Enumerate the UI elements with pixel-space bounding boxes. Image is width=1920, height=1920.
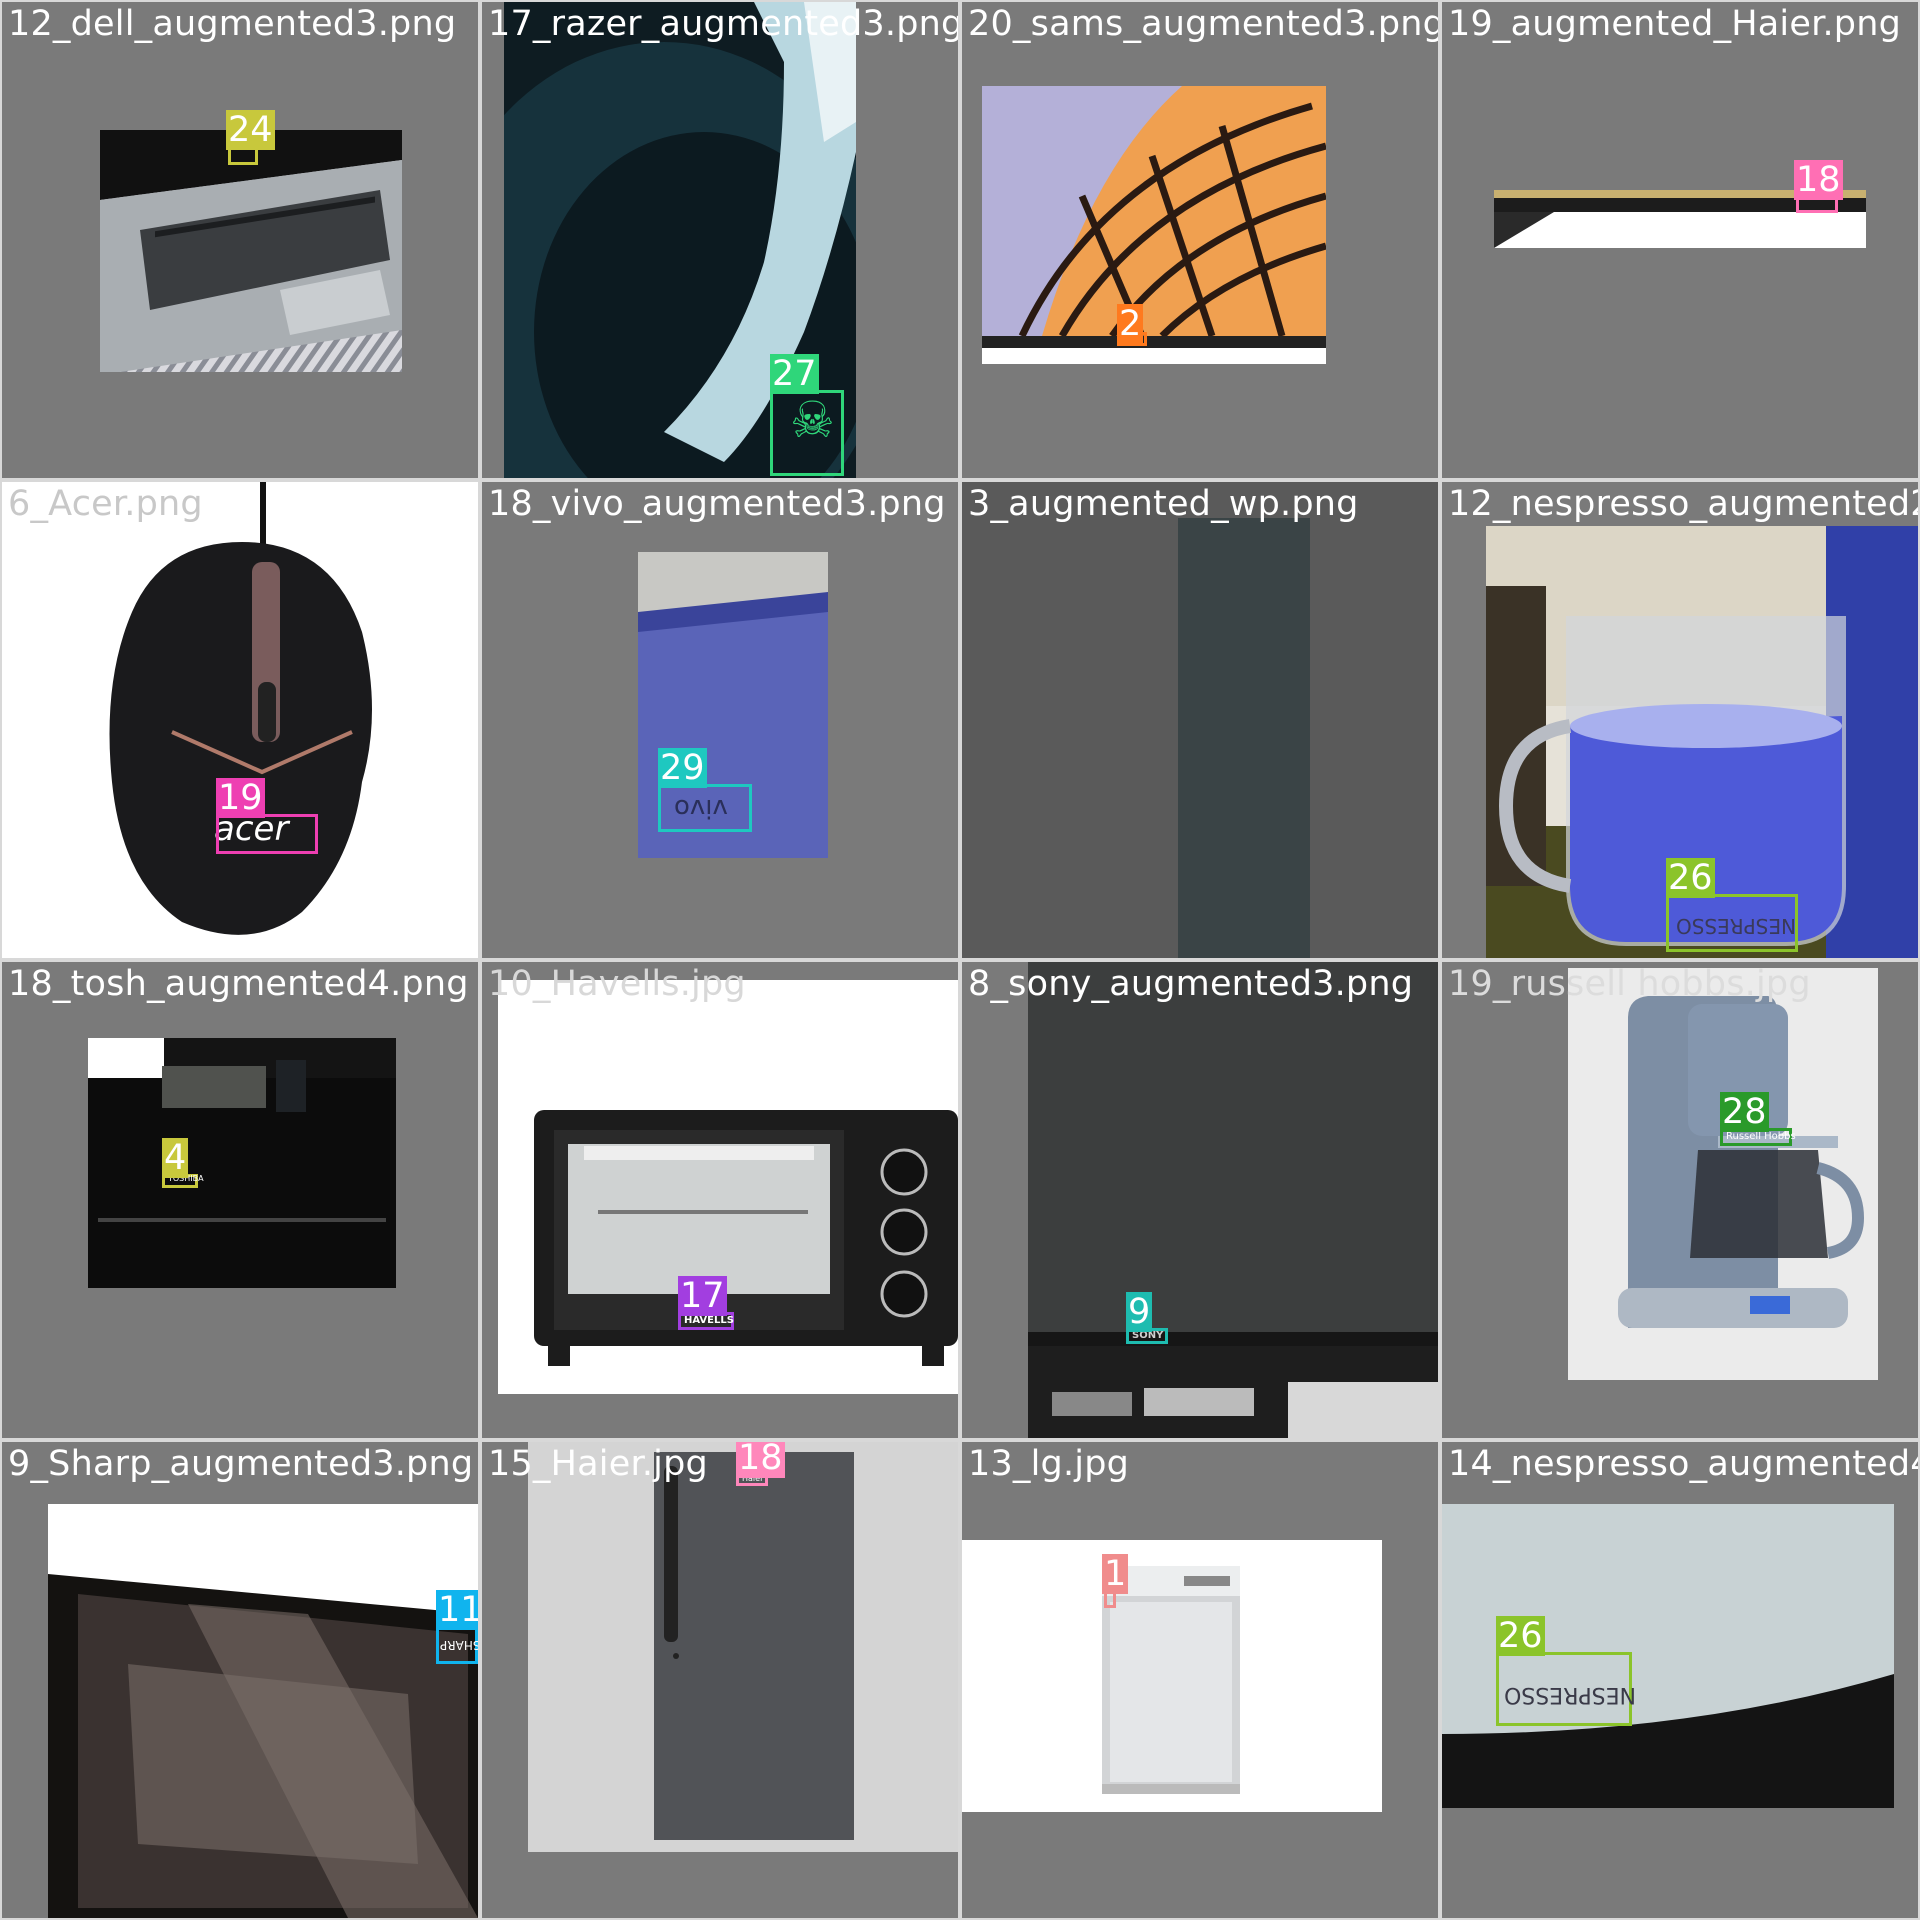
tile-title: 19_augmented_Haier.png — [1448, 4, 1902, 44]
tile-title: 20_sams_augmented3.png — [968, 4, 1438, 44]
tile-title: 3_augmented_wp.png — [968, 484, 1359, 524]
detection-label: 29 — [658, 748, 707, 788]
tile-dell: 12_dell_augmented3.png 24 — [2, 2, 478, 478]
tile-title: 6_Acer.png — [8, 484, 203, 524]
detection-label: 11 — [436, 1590, 478, 1630]
tile-haier-edge: 19_augmented_Haier.png 18 — [1442, 2, 1918, 478]
dishwasher-photo — [962, 1540, 1382, 1812]
printer-photo — [88, 1038, 396, 1288]
detection-label: 27 — [770, 354, 819, 394]
tile-title: 9_Sharp_augmented3.png — [8, 1444, 474, 1484]
tv-photo — [982, 86, 1326, 364]
detection-label: 9 — [1126, 1292, 1153, 1332]
tile-title: 17_razer_augmented3.png — [488, 4, 958, 44]
laptop-photo — [100, 130, 402, 372]
tile-wp: 3_augmented_wp.png — [962, 482, 1438, 958]
tile-title: 19_russell hobbs.jpg — [1448, 964, 1811, 1004]
detection-label: 26 — [1496, 1616, 1545, 1656]
detection-label: 28 — [1720, 1092, 1769, 1132]
razer-logo-icon: ☠ — [790, 391, 835, 449]
tile-title: 15_Haier.jpg — [488, 1444, 708, 1484]
detection-label: 26 — [1666, 858, 1715, 898]
tile-razer: ☠ 27 17_razer_augmented3.png — [482, 2, 958, 478]
detection-label: 19 — [216, 778, 265, 818]
tile-sony: SONY 9 8_sony_augmented3.png — [962, 962, 1438, 1438]
detection-label: 2 — [1117, 304, 1144, 344]
oven-photo — [498, 980, 958, 1394]
tile-toshiba: 18_tosh_augmented4.png TOSHIBA 4 — [2, 962, 478, 1438]
tile-samsung: 20_sams_augmented3.png 2 — [962, 2, 1438, 478]
tile-title: 13_lg.jpg — [968, 1444, 1130, 1484]
tv-photo — [1028, 962, 1438, 1438]
detection-label: 24 — [226, 110, 275, 150]
mosaic-grid: 12_dell_augmented3.png 24 ☠ 27 17_razer_… — [0, 0, 1920, 1920]
microwave-photo — [48, 1504, 478, 1918]
detection-label: 17 — [678, 1276, 727, 1316]
coffee-maker-photo — [1568, 968, 1878, 1380]
tile-havells: HAVELLS 17 10_Havells.jpg — [482, 962, 958, 1438]
tile-acer: acer 19 6_Acer.png — [2, 482, 478, 958]
tile-russell-hobbs: Russell Hobbs 28 19_russell hobbs.jpg — [1442, 962, 1918, 1438]
detection-label: 18 — [736, 1442, 785, 1478]
sharp-logo: SHARP — [440, 1638, 478, 1652]
tile-haier-fridge: Haier 18 15_Haier.jpg — [482, 1442, 958, 1918]
nespresso-logo: NESPRESSO — [1504, 1682, 1637, 1707]
tile-nespresso-mug: NESPRESSO 26 12_nespresso_augmented2. — [1442, 482, 1918, 958]
detection-box — [216, 814, 318, 854]
tile-title: 12_nespresso_augmented2. — [1448, 484, 1918, 524]
tile-title: 14_nespresso_augmented4. — [1448, 1444, 1918, 1484]
tile-title: 18_vivo_augmented3.png — [488, 484, 946, 524]
detection-label: 4 — [162, 1138, 189, 1178]
tile-nespresso-machine: NESPRESSO 26 14_nespresso_augmented4. — [1442, 1442, 1918, 1918]
tile-lg: 13_lg.jpg 1 — [962, 1442, 1438, 1918]
tile-title: 10_Havells.jpg — [488, 964, 746, 1004]
fridge-photo — [528, 1442, 958, 1852]
tile-title: 18_tosh_augmented4.png — [8, 964, 469, 1004]
tile-title: 8_sony_augmented3.png — [968, 964, 1414, 1004]
tile-sharp: 9_Sharp_augmented3.png SHARP 11 — [2, 1442, 478, 1918]
tile-vivo: 18_vivo_augmented3.png vivo 29 — [482, 482, 958, 958]
nespresso-logo: NESPRESSO — [1676, 914, 1797, 938]
detection-label: 18 — [1794, 160, 1843, 200]
mouse-photo: acer — [102, 482, 382, 958]
detection-label: 1 — [1102, 1554, 1129, 1594]
fridge-side-photo — [1178, 518, 1310, 958]
tile-title: 12_dell_augmented3.png — [8, 4, 457, 44]
vivo-logo: vivo — [674, 793, 728, 823]
